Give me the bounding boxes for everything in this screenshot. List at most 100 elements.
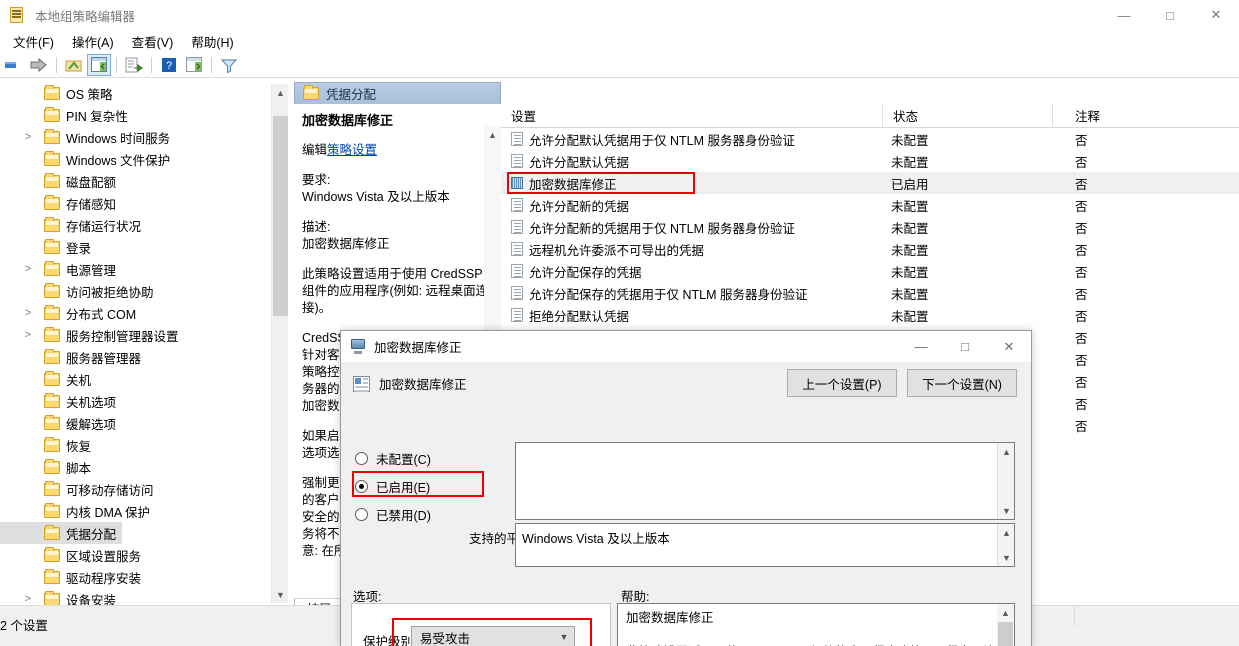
column-comment[interactable]: 注释 (1053, 104, 1223, 128)
chevron-right-icon[interactable]: > (22, 329, 34, 341)
tree-item[interactable]: > 设备安装 (0, 588, 290, 605)
list-scroll-up-icon[interactable]: ▲ (484, 126, 501, 143)
table-row[interactable]: 允许分配默认凭据用于仅 NTLM 服务器身份验证 未配置 否 (501, 128, 1239, 150)
table-row[interactable]: 允许分配保存的凭据用于仅 NTLM 服务器身份验证 未配置 否 (501, 282, 1239, 304)
column-state[interactable]: 状态 (883, 103, 1053, 128)
table-row[interactable]: 拒绝分配默认凭据 未配置 否 (501, 304, 1239, 326)
tree-item[interactable]: 可移动存储访问 (0, 478, 290, 500)
tree-item[interactable]: > 服务控制管理器设置 (0, 324, 290, 346)
help-scrollbar[interactable]: ▲ (997, 604, 1014, 646)
tree-item[interactable]: 存储感知 (0, 192, 290, 214)
show-details-button[interactable] (182, 54, 206, 76)
menu-action[interactable]: 操作(A) (63, 30, 123, 53)
folder-icon (44, 568, 60, 584)
tree-item[interactable]: 区域设置服务 (0, 544, 290, 566)
scroll-up-icon[interactable]: ▲ (998, 524, 1015, 541)
tree-scroll-thumb[interactable] (273, 116, 288, 316)
table-row[interactable]: 允许分配新的凭据用于仅 NTLM 服务器身份验证 未配置 否 (501, 216, 1239, 238)
tree-item[interactable]: OS 策略 (0, 82, 290, 104)
column-setting[interactable]: 设置 (501, 103, 883, 128)
help-scroll-thumb[interactable] (998, 622, 1013, 646)
tree-item[interactable]: 缓解选项 (0, 412, 290, 434)
protection-level-combo[interactable]: 易受攻击 ▼ (411, 626, 575, 646)
show-hide-tree-button[interactable] (87, 53, 111, 76)
menu-file[interactable]: 文件(F) (4, 30, 63, 53)
next-setting-button[interactable]: 下一个设置(N) (907, 369, 1017, 397)
tree-item-label: 存储运行状况 (66, 219, 142, 234)
cell-state: 未配置 (891, 199, 929, 214)
cell-comment: 否 (1075, 133, 1088, 148)
scroll-down-icon[interactable]: ▼ (998, 502, 1015, 519)
chevron-right-icon[interactable]: > (22, 263, 34, 275)
title-bar: 本地组策略编辑器 — □ ✕ (0, 0, 1239, 30)
cell-comment: 否 (1075, 155, 1088, 170)
policy-doc-icon (511, 220, 523, 234)
platform-scrollbar[interactable]: ▲ ▼ (997, 524, 1014, 566)
radio-not-configured[interactable]: 未配置(C) (355, 444, 511, 472)
table-row[interactable]: 远程机允许委派不可导出的凭据 未配置 否 (501, 238, 1239, 260)
tree-item[interactable]: 关机选项 (0, 390, 290, 412)
scroll-up-icon[interactable]: ▲ (997, 604, 1014, 621)
platform-field[interactable]: Windows Vista 及以上版本 ▲ ▼ (515, 523, 1015, 567)
tree-item[interactable]: 脚本 (0, 456, 290, 478)
requirement-label: 要求: (302, 173, 331, 187)
back-button[interactable] (2, 54, 26, 76)
chevron-down-icon[interactable]: ▼ (554, 632, 574, 642)
table-row[interactable]: 允许分配默认凭据 未配置 否 (501, 150, 1239, 172)
tree-item[interactable]: 磁盘配额 (0, 170, 290, 192)
tree-item[interactable]: > Windows 时间服务 (0, 126, 290, 148)
chevron-right-icon[interactable]: > (22, 593, 34, 605)
tree-item[interactable]: PIN 复杂性 (0, 104, 290, 126)
folder-icon (44, 326, 60, 342)
close-icon[interactable]: ✕ (1193, 0, 1239, 30)
tree-scroll-down-icon[interactable]: ▼ (272, 586, 289, 603)
tree-item[interactable]: > 分布式 COM (0, 302, 290, 324)
cell-setting: 允许分配新的凭据 (501, 196, 883, 215)
tree-item-selected[interactable]: 凭据分配 (0, 522, 123, 544)
dialog-minimize-icon[interactable]: — (899, 331, 943, 362)
protection-level-label: 保护级别: (363, 635, 417, 646)
filter-button[interactable] (217, 54, 241, 76)
forward-button[interactable] (27, 54, 51, 76)
pane-splitter[interactable] (288, 78, 292, 605)
export-list-button[interactable] (122, 54, 146, 76)
menu-help[interactable]: 帮助(H) (182, 30, 242, 53)
radio-enabled[interactable]: 已启用(E) (355, 472, 511, 500)
requirement-value: Windows Vista 及以上版本 (302, 190, 450, 204)
minimize-icon[interactable]: — (1101, 0, 1147, 30)
menu-view[interactable]: 查看(V) (123, 30, 183, 53)
tree-item[interactable]: 访问被拒绝协助 (0, 280, 290, 302)
tree-scrollbar[interactable]: ▲ ▼ (271, 84, 289, 603)
chevron-right-icon[interactable]: > (22, 307, 34, 319)
tree-item[interactable]: > 电源管理 (0, 258, 290, 280)
dialog-close-icon[interactable]: ✕ (987, 331, 1031, 362)
tree-item[interactable]: 驱动程序安装 (0, 566, 290, 588)
comment-scrollbar[interactable]: ▲ ▼ (997, 443, 1014, 519)
scroll-down-icon[interactable]: ▼ (998, 549, 1015, 566)
chevron-right-icon[interactable]: > (22, 131, 34, 143)
scroll-up-icon[interactable]: ▲ (998, 443, 1015, 460)
tree-item[interactable]: 内核 DMA 保护 (0, 500, 290, 522)
tree-item[interactable]: 关机 (0, 368, 290, 390)
edit-policy-link[interactable]: 策略设置 (327, 143, 377, 157)
tree-item[interactable]: 服务器管理器 (0, 346, 290, 368)
tree-item[interactable]: Windows 文件保护 (0, 148, 290, 170)
tree-item[interactable]: 存储运行状况 (0, 214, 290, 236)
tree-scroll-up-icon[interactable]: ▲ (272, 84, 289, 101)
dialog-maximize-icon[interactable]: □ (943, 331, 987, 362)
tree-item[interactable]: 登录 (0, 236, 290, 258)
tree-item-label: 服务控制管理器设置 (66, 329, 179, 344)
comment-field[interactable]: ▲ ▼ (515, 442, 1015, 520)
previous-setting-button[interactable]: 上一个设置(P) (787, 369, 897, 397)
policy-doc-icon (511, 154, 523, 168)
table-row[interactable]: 允许分配新的凭据 未配置 否 (501, 194, 1239, 216)
window-title: 本地组策略编辑器 (35, 9, 136, 24)
tree-item[interactable]: 恢复 (0, 434, 290, 456)
maximize-icon[interactable]: □ (1147, 0, 1193, 30)
table-row[interactable]: 允许分配保存的凭据 未配置 否 (501, 260, 1239, 282)
tree-item-label: 脚本 (66, 461, 92, 476)
radio-disabled[interactable]: 已禁用(D) (355, 500, 511, 528)
up-folder-button[interactable] (62, 54, 86, 76)
table-row[interactable]: 加密数据库修正 已启用 否 (501, 172, 1239, 194)
help-button[interactable]: ? (157, 54, 181, 76)
